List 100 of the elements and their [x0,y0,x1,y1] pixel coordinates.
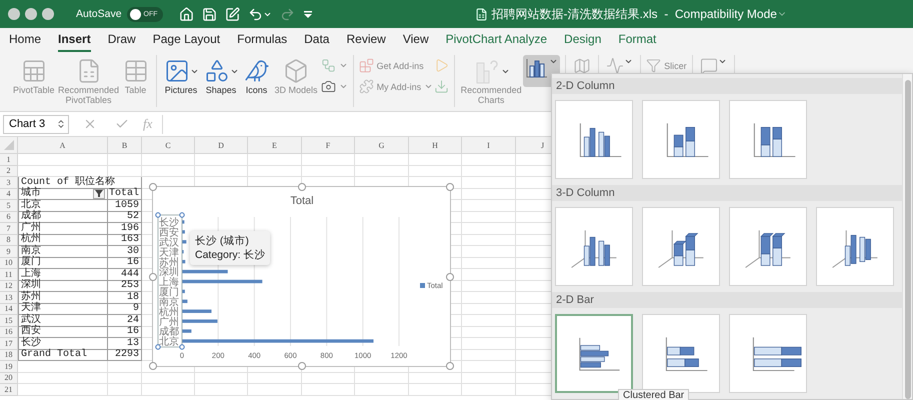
row-header[interactable]: 14 [0,304,18,315]
row-header[interactable]: 2 [0,166,18,177]
window-zoom-button[interactable] [42,8,54,20]
ribbon-icon-button[interactable] [320,79,348,94]
row-header[interactable]: 10 [0,258,18,269]
row-header[interactable]: 8 [0,234,18,246]
ribbon-tab[interactable]: Home [9,28,42,52]
chart-type-option[interactable] [729,100,807,179]
resize-handle[interactable] [149,183,157,191]
row-header[interactable]: 7 [0,223,18,234]
table-cell [355,154,409,166]
column-header[interactable]: G [355,137,409,154]
table-cell [462,350,516,361]
ribbon-button[interactable]: Shapes [202,55,241,97]
resize-handle[interactable] [149,362,157,370]
column-header[interactable]: F [302,137,355,154]
resize-handle[interactable] [149,272,157,280]
store-icon [358,58,374,73]
column-header[interactable]: A [18,137,108,154]
name-box[interactable]: Chart 3 [3,114,69,134]
row-header[interactable]: 18 [0,350,18,361]
chart-type-option[interactable] [642,207,720,286]
undo-icon [248,6,263,22]
bar[interactable] [182,280,262,284]
bar[interactable] [182,230,185,234]
bar[interactable] [182,300,188,304]
window-close-button[interactable] [8,8,20,20]
selection-handle[interactable] [155,212,161,218]
row-header[interactable]: 5 [0,200,18,212]
row-header[interactable]: 1 [0,154,18,166]
table-cell [108,154,142,166]
resize-handle[interactable] [446,272,454,280]
resize-handle[interactable] [298,362,306,370]
chart-type-option[interactable] [729,207,807,286]
column-header[interactable]: D [195,137,248,154]
column-header[interactable]: H [409,137,462,154]
ribbon-tab[interactable]: Data [304,28,330,52]
chart-type-option[interactable] [642,100,720,179]
row-header[interactable]: 20 [0,372,18,384]
ribbon-tab[interactable]: PivotChart Analyze [446,28,548,52]
category-label: 苏州 [159,257,179,268]
row-header[interactable]: 13 [0,292,18,304]
cube-icon [283,58,310,84]
ribbon-tab[interactable]: Page Layout [152,28,220,52]
chart-type-option[interactable] [816,207,894,286]
chart-type-option[interactable] [555,100,633,179]
bar[interactable] [182,290,185,294]
row-header[interactable]: 12 [0,280,18,292]
table-cell [462,304,516,315]
row-header[interactable]: 11 [0,269,18,280]
selection-handle[interactable] [179,344,185,350]
ribbon-tab[interactable]: Review [346,28,386,52]
ribbon-tab[interactable]: Formulas [237,28,288,52]
column-header[interactable]: E [248,137,302,154]
row-header[interactable]: 16 [0,326,18,338]
bar[interactable] [182,240,186,244]
selection-handle[interactable] [179,212,185,218]
triangle-icon [4,140,14,150]
window-minimize-button[interactable] [25,8,37,20]
stepper-icon[interactable] [56,119,66,129]
table-cell: 52 [108,212,142,223]
row-header[interactable]: 4 [0,188,18,200]
resize-handle[interactable] [298,183,306,191]
row-header[interactable]: 6 [0,212,18,223]
row-header[interactable]: 15 [0,315,18,326]
column-header[interactable]: C [142,137,195,154]
column-header[interactable]: I [462,137,516,154]
ribbon-button[interactable]: Icons [242,55,272,97]
table-cell [462,258,516,269]
bar[interactable] [182,339,374,343]
table-cell [108,166,142,177]
table-cell: 16 [108,258,142,269]
row-header[interactable]: 17 [0,338,18,350]
ribbon-tab[interactable]: Design [564,28,602,52]
bar[interactable] [182,270,228,274]
selection-handle[interactable] [155,344,161,350]
table-cell [409,372,462,384]
bird-icon [244,58,270,84]
bar[interactable] [182,260,186,264]
chart-type-option[interactable] [555,207,633,286]
ribbon-tab[interactable]: View [402,28,429,52]
column-header[interactable]: B [108,137,142,154]
table-cell [355,384,409,396]
scrollbar[interactable] [902,74,912,399]
table-cell [195,372,248,384]
picture-icon [164,58,190,84]
ribbon-tab[interactable]: Draw [108,28,136,52]
chart-type-option[interactable] [729,314,807,393]
row-header[interactable]: 19 [0,361,18,372]
row-header[interactable]: 21 [0,384,18,396]
filter-button[interactable] [93,188,105,199]
ribbon-tab[interactable]: Format [618,28,656,52]
resize-handle[interactable] [446,183,454,191]
bar[interactable] [182,329,192,333]
bar[interactable] [182,220,184,224]
row-header[interactable]: 3 [0,177,18,188]
resize-handle[interactable] [446,362,454,370]
row-header[interactable]: 9 [0,246,18,258]
map-icon [573,57,592,75]
ribbon-button[interactable]: Pictures [162,55,201,97]
